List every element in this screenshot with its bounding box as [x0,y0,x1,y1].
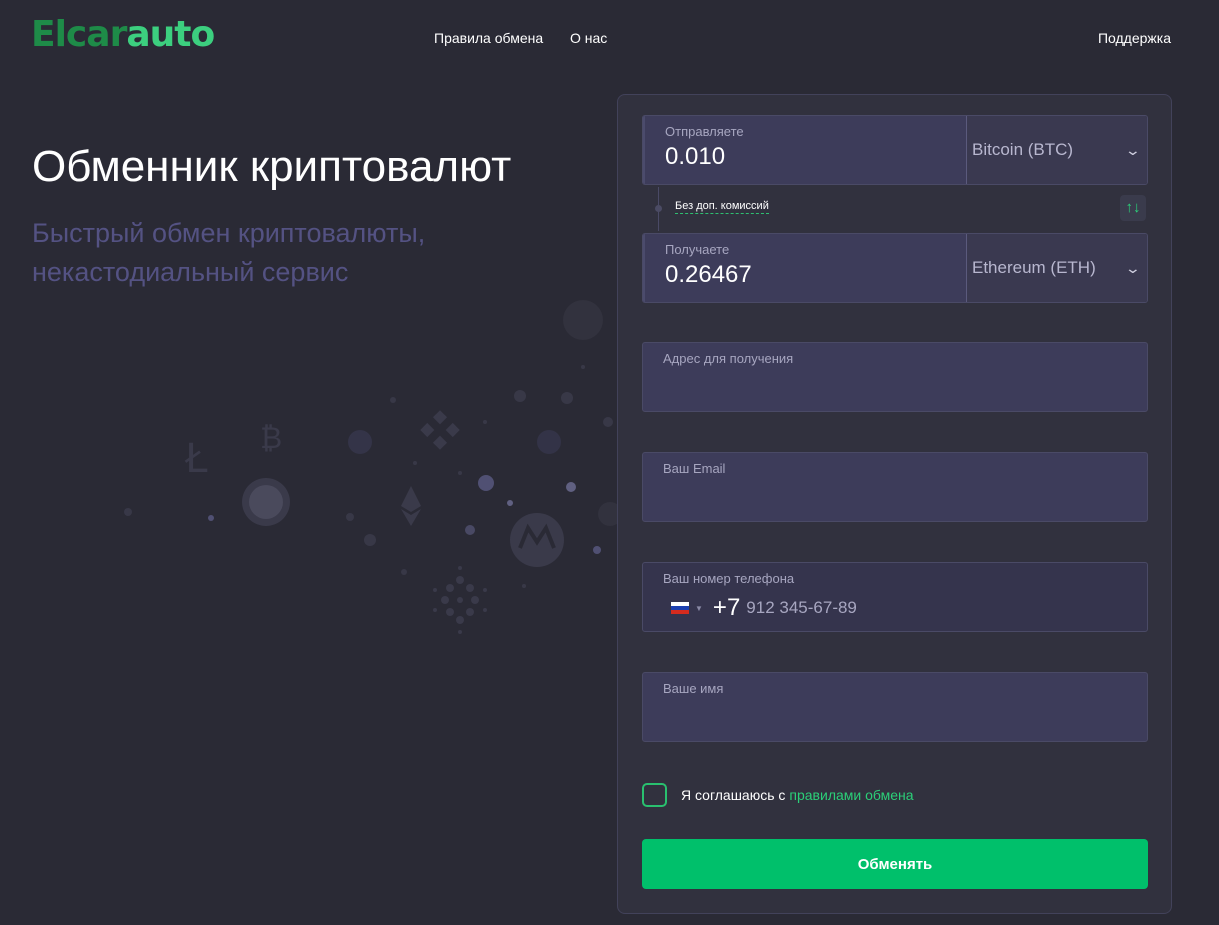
logo-part2: auto [126,14,215,55]
fee-dot-icon [655,205,662,212]
no-fees-note[interactable]: Без доп. комиссий [675,200,769,214]
nav-link-rules[interactable]: Правила обмена [434,30,543,46]
agree-text: Я соглашаюсь с [681,787,786,803]
agreement-row: Я соглашаюсь с правилами обмена [642,783,914,807]
chevron-down-icon: ⌄ [1124,141,1142,158]
address-field[interactable]: Адрес для получения [642,342,1148,412]
email-field[interactable]: Ваш Email [642,452,1148,522]
phone-country-code: +7 [712,594,741,621]
country-caret-icon[interactable]: ▼ [695,604,703,613]
exchange-button[interactable]: Обменять [642,839,1148,889]
phone-input[interactable]: 912 345-67-89 [746,598,857,618]
receive-amount-field[interactable]: Получаете 0.26467 [643,234,966,302]
name-label: Ваше имя [663,681,724,696]
page-title: Обменник криптовалют [32,142,512,191]
receive-amount-label: Получаете [665,242,730,257]
email-label: Ваш Email [663,461,726,476]
chevron-down-icon: ⌄ [1124,259,1142,276]
nav-item-about[interactable]: О нас [570,30,607,46]
logo[interactable]: Elcarauto [31,14,215,55]
address-label: Адрес для получения [663,351,794,366]
send-amount-field[interactable]: Отправляете 0.010 [643,116,966,184]
russia-flag-icon[interactable] [671,602,689,614]
swap-currencies-button[interactable]: ↑↓ [1120,195,1146,221]
logo-part1: Elcar [31,14,127,55]
send-amount-group: Отправляете 0.010 Bitcoin (BTC) ⌄ [642,115,1148,185]
nav-link-about[interactable]: О нас [570,30,607,46]
phone-label: Ваш номер телефона [663,571,795,586]
agree-rules-link[interactable]: правилами обмена [789,787,913,803]
swap-arrows-icon: ↑↓ [1125,199,1141,216]
receive-amount-group: Получаете 0.26467 Ethereum (ETH) ⌄ [642,233,1148,303]
nav-item-support[interactable]: Поддержка [1098,30,1171,46]
receive-currency-value: Ethereum (ETH) [972,258,1096,277]
svg-text:Ł: Ł [184,436,208,482]
nav-item-rules[interactable]: Правила обмена [434,30,543,46]
exchange-form: Отправляете 0.010 Bitcoin (BTC) ⌄ Без до… [617,94,1172,914]
page-subtitle: Быстрый обмен криптовалюты, некастодиаль… [32,218,426,287]
send-currency-value: Bitcoin (BTC) [972,140,1074,159]
svg-text:₿: ₿ [260,421,282,456]
receive-currency-select[interactable]: Ethereum (ETH) ⌄ [966,234,1147,302]
send-amount-input[interactable]: 0.010 [665,143,946,171]
phone-field[interactable]: Ваш номер телефона ▼ +7 912 345-67-89 [642,562,1148,632]
receive-amount-input[interactable]: 0.26467 [665,261,946,289]
phone-input-row: ▼ +7 912 345-67-89 [663,594,1127,622]
agree-checkbox[interactable] [642,783,667,807]
nav-link-support[interactable]: Поддержка [1098,30,1171,46]
name-field[interactable]: Ваше имя [642,672,1148,742]
crypto-background-illustration: Ł ₿ [124,300,620,634]
send-currency-select[interactable]: Bitcoin (BTC) ⌄ [966,116,1147,184]
send-amount-label: Отправляете [665,124,744,139]
